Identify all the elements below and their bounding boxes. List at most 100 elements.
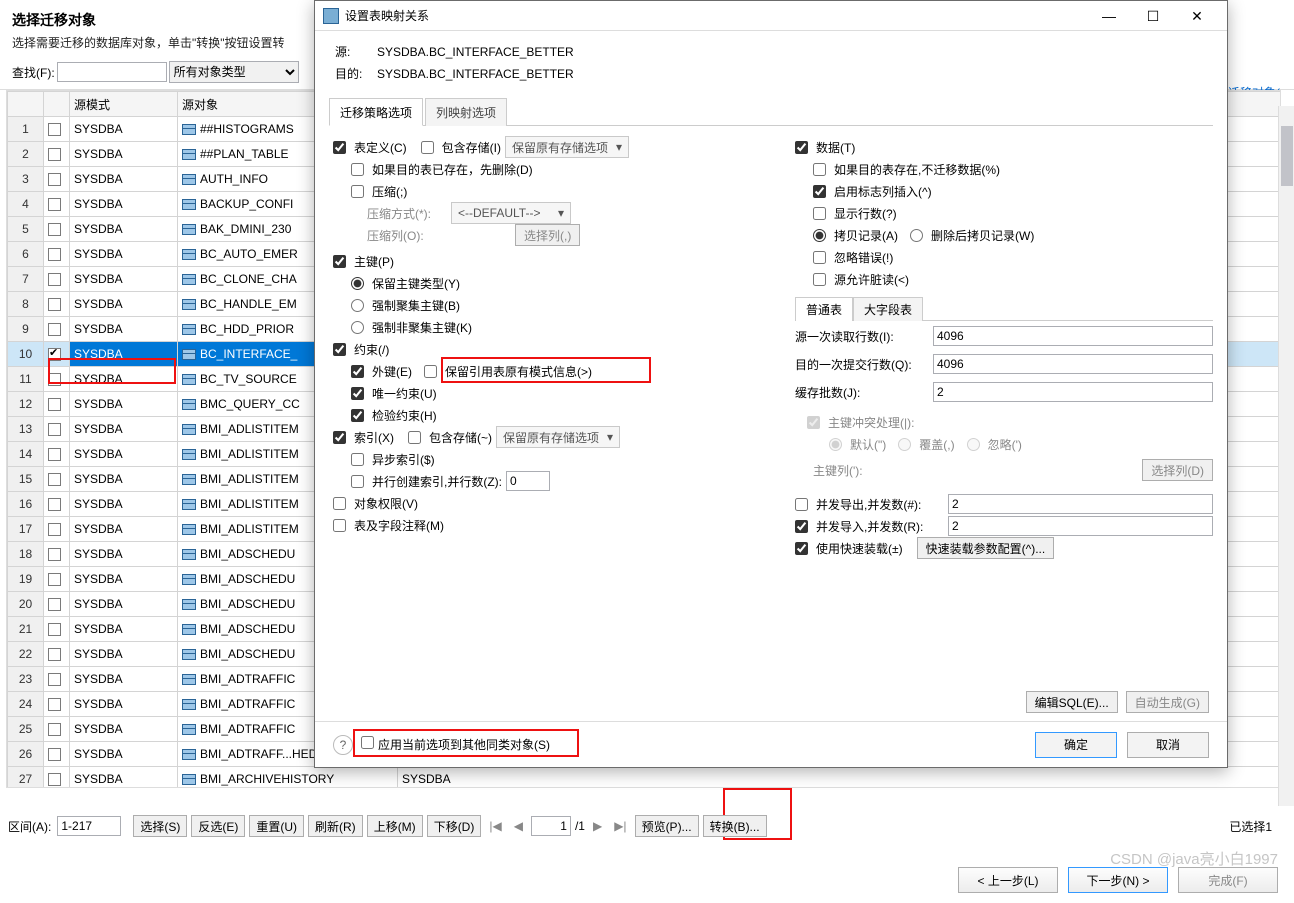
row-checkbox[interactable]	[44, 467, 70, 492]
invert-button[interactable]: 反选(E)	[191, 815, 245, 837]
input-par-export[interactable]	[948, 494, 1213, 514]
row-checkbox[interactable]	[44, 267, 70, 292]
chk-index[interactable]	[333, 431, 346, 444]
combo-storage1[interactable]: 保留原有存储选项	[505, 136, 629, 158]
chk-fk-keep-schema[interactable]	[424, 365, 437, 378]
row-checkbox[interactable]	[44, 642, 70, 667]
row-checkbox[interactable]	[44, 617, 70, 642]
scrollbar-vertical[interactable]	[1278, 106, 1294, 806]
chk-apply-others[interactable]	[361, 736, 374, 749]
chk-data[interactable]	[795, 141, 808, 154]
row-checkbox[interactable]	[44, 367, 70, 392]
btn-fast-load-cfg[interactable]: 快速装载参数配置(^)...	[917, 537, 1055, 559]
nav-first-icon[interactable]: |◀	[485, 819, 505, 833]
input-commit-rows[interactable]	[933, 354, 1213, 374]
chk-enable-ident[interactable]	[813, 185, 826, 198]
rad-copy[interactable]	[813, 229, 826, 242]
maximize-icon[interactable]: ☐	[1131, 2, 1175, 30]
rad-pk-keep[interactable]	[351, 277, 364, 290]
input-cache[interactable]	[933, 382, 1213, 402]
row-checkbox[interactable]	[44, 442, 70, 467]
combo-storage2[interactable]: 保留原有存储选项	[496, 426, 620, 448]
rad-pk-noncluster[interactable]	[351, 321, 364, 334]
row-checkbox[interactable]	[44, 717, 70, 742]
row-checkbox[interactable]	[44, 217, 70, 242]
row-checkbox[interactable]	[44, 167, 70, 192]
cancel-button[interactable]: 取消	[1127, 732, 1209, 758]
row-checkbox[interactable]	[44, 292, 70, 317]
nav-prev-icon[interactable]: ◀	[510, 819, 527, 833]
input-parallel-n[interactable]	[506, 471, 550, 491]
row-checkbox[interactable]	[44, 542, 70, 567]
chk-incl-storage1[interactable]	[421, 141, 434, 154]
object-type-filter[interactable]: 所有对象类型	[169, 61, 299, 83]
close-icon[interactable]: ✕	[1175, 2, 1219, 30]
row-checkbox[interactable]	[44, 667, 70, 692]
chk-check[interactable]	[351, 409, 364, 422]
range-input[interactable]	[57, 816, 121, 836]
subtab-lob[interactable]: 大字段表	[853, 297, 923, 321]
chk-fk[interactable]	[351, 365, 364, 378]
row-checkbox[interactable]	[44, 592, 70, 617]
chk-fast-load[interactable]	[795, 542, 808, 555]
row-checkbox[interactable]	[44, 117, 70, 142]
chk-constraint[interactable]	[333, 343, 346, 356]
refresh-button[interactable]: 刷新(R)	[308, 815, 363, 837]
tab-strategy[interactable]: 迁移策略选项	[329, 98, 423, 126]
row-checkbox[interactable]	[44, 342, 70, 367]
movedown-button[interactable]: 下移(D)	[427, 815, 482, 837]
page-input[interactable]	[531, 816, 571, 836]
chk-obj-priv[interactable]	[333, 497, 346, 510]
row-checkbox[interactable]	[44, 317, 70, 342]
input-read-rows[interactable]	[933, 326, 1213, 346]
chk-compress[interactable]	[351, 185, 364, 198]
chk-del-if-exists[interactable]	[351, 163, 364, 176]
rad-pk-cluster[interactable]	[351, 299, 364, 312]
row-checkbox[interactable]	[44, 417, 70, 442]
row-checkbox[interactable]	[44, 767, 70, 789]
chk-par-export[interactable]	[795, 498, 808, 511]
chk-parallel-index[interactable]	[351, 475, 364, 488]
help-icon[interactable]: ?	[333, 735, 353, 755]
row-checkbox[interactable]	[44, 692, 70, 717]
row-checkbox[interactable]	[44, 517, 70, 542]
chk-unique[interactable]	[351, 387, 364, 400]
minimize-icon[interactable]: ―	[1087, 2, 1131, 30]
nav-next-icon[interactable]: ▶	[589, 819, 606, 833]
chk-ignore-err[interactable]	[813, 251, 826, 264]
chk-incl-storage2[interactable]	[408, 431, 421, 444]
select-button[interactable]: 选择(S)	[133, 815, 187, 837]
convert-button[interactable]: 转换(B)...	[703, 815, 767, 837]
wizard-next-button[interactable]: 下一步(N) >	[1068, 867, 1168, 893]
row-checkbox[interactable]	[44, 192, 70, 217]
moveup-button[interactable]: 上移(M)	[367, 815, 423, 837]
chk-async-index[interactable]	[351, 453, 364, 466]
preview-button[interactable]: 预览(P)...	[635, 815, 699, 837]
subtab-normal[interactable]: 普通表	[795, 297, 853, 321]
col-checkbox[interactable]	[44, 92, 70, 117]
row-checkbox[interactable]	[44, 242, 70, 267]
row-checkbox[interactable]	[44, 392, 70, 417]
chk-table-def[interactable]	[333, 141, 346, 154]
rad-del-copy[interactable]	[910, 229, 923, 242]
chk-comment[interactable]	[333, 519, 346, 532]
wizard-prev-button[interactable]: < 上一步(L)	[958, 867, 1058, 893]
chk-par-import[interactable]	[795, 520, 808, 533]
row-checkbox[interactable]	[44, 492, 70, 517]
input-par-import[interactable]	[948, 516, 1213, 536]
chk-pk[interactable]	[333, 255, 346, 268]
row-checkbox[interactable]	[44, 742, 70, 767]
tab-column-mapping[interactable]: 列映射选项	[425, 98, 507, 126]
find-input[interactable]	[57, 62, 167, 82]
row-checkbox[interactable]	[44, 142, 70, 167]
chk-dirty-read[interactable]	[813, 273, 826, 286]
reset-button[interactable]: 重置(U)	[249, 815, 304, 837]
table-row[interactable]: 27SYSDBABMI_ARCHIVEHISTORYSYSDBA	[8, 767, 1282, 789]
nav-last-icon[interactable]: ▶|	[610, 819, 630, 833]
chk-show-rows[interactable]	[813, 207, 826, 220]
row-checkbox[interactable]	[44, 567, 70, 592]
ok-button[interactable]: 确定	[1035, 732, 1117, 758]
chk-skip-if-exist[interactable]	[813, 163, 826, 176]
btn-edit-sql[interactable]: 编辑SQL(E)...	[1026, 691, 1118, 713]
col-schema[interactable]: 源模式	[70, 92, 178, 117]
